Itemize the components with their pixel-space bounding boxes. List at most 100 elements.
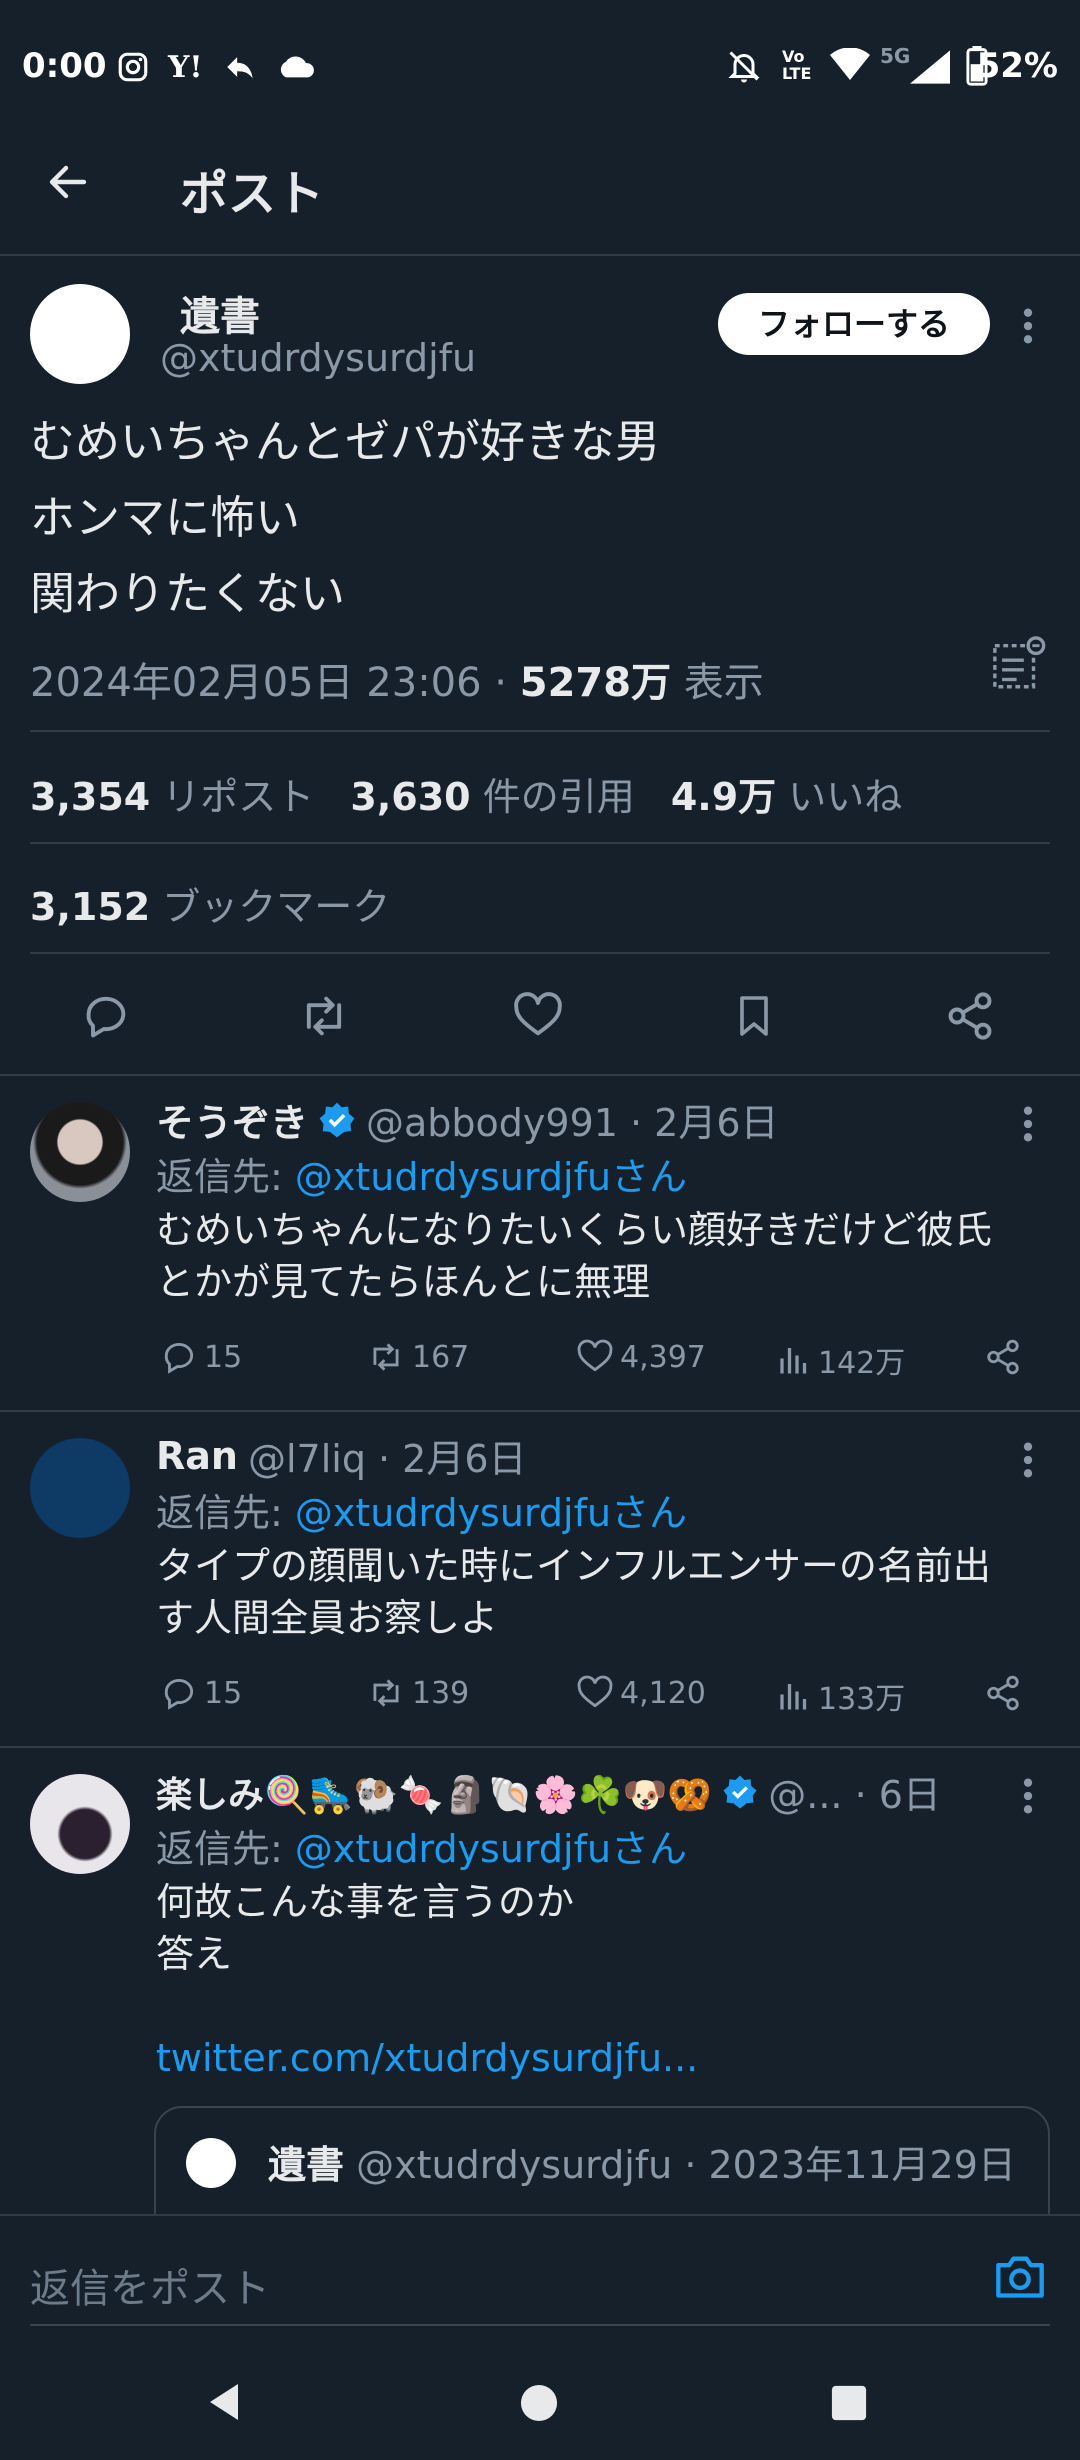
quoted-avatar <box>186 2138 236 2188</box>
reply-to-prefix: 返信先: <box>156 1827 295 1871</box>
volte-icon: Vo LTE <box>782 47 812 83</box>
reply-text-line: タイプの顔聞いた時にインフルエンサーの名前出 <box>156 1544 991 1588</box>
instagram-icon <box>116 50 150 84</box>
more-options-icon[interactable] <box>1016 1776 1040 1816</box>
likes-count: 4.9万 <box>670 775 777 819</box>
bookmarks-label: ブックマーク <box>162 885 391 929</box>
verified-badge-icon <box>722 1774 758 1810</box>
reply-avatar[interactable] <box>30 1438 130 1538</box>
reply-header: Ran @l7liq · 2月6日 <box>156 1428 527 1483</box>
quoted-header: 遺書 @xtudrdysurdjfu · 2023年11月29日 <box>268 2134 1016 2189</box>
reply-comment-action[interactable]: 15 <box>160 1338 242 1376</box>
reply-avatar[interactable] <box>30 1102 130 1202</box>
reply-text-line: 答え <box>156 1932 233 1976</box>
likes-label: いいね <box>788 775 903 819</box>
quoted-handle-date: @xtudrdysurdjfu · 2023年11月29日 <box>356 2143 1016 2187</box>
status-bar: 0:00 Y! Vo LTE 5G 52% <box>0 0 1080 130</box>
analytics-icon[interactable] <box>990 636 1048 694</box>
author-avatar[interactable] <box>30 284 130 384</box>
status-time: 0:00 <box>22 46 107 86</box>
reply-item[interactable]: そうぞき @abbody991 · 2月6日 返信先: @xtudrdysurd… <box>0 1076 1080 1410</box>
camera-icon[interactable] <box>994 2252 1046 2300</box>
wifi-icon <box>830 48 870 82</box>
repost-button[interactable] <box>296 990 352 1042</box>
reply-text-line: とかが見てたらほんとに無理 <box>156 1260 651 1304</box>
comment-count: 15 <box>204 1339 243 1375</box>
reply-author-name[interactable]: Ran <box>156 1434 238 1478</box>
follow-button[interactable]: フォローする <box>718 293 990 355</box>
post-meta: 2024年02月05日 23:06 · 5278万 表示 <box>30 660 764 706</box>
divider <box>30 842 1050 844</box>
comment-count: 15 <box>204 1675 243 1711</box>
like-count: 4,397 <box>620 1339 706 1375</box>
network-type: 5G <box>880 44 911 68</box>
reply-author-name[interactable]: 楽しみ🍭🛼🐏🍬🗿🐚🌸☘️🐶🥨 <box>156 1766 712 1818</box>
quoted-post[interactable]: 遺書 @xtudrdysurdjfu · 2023年11月29日 <box>154 2106 1050 2214</box>
system-nav-bar <box>0 2336 1080 2460</box>
post-datetime: 2024年02月05日 23:06 <box>30 660 482 706</box>
reply-item[interactable]: Ran @l7liq · 2月6日 返信先: @xtudrdysurdjfuさん… <box>0 1412 1080 1746</box>
reply-link[interactable]: twitter.com/xtudrdysurdjfu... <box>156 2036 698 2080</box>
verified-badge-icon <box>318 1101 356 1139</box>
page-title: ポスト <box>180 166 325 222</box>
more-options-icon[interactable] <box>1016 1440 1040 1480</box>
back-button[interactable] <box>44 158 92 206</box>
reply-views-action[interactable]: 133万 <box>776 1674 905 1718</box>
like-count: 4,120 <box>620 1675 706 1711</box>
views-count: 142万 <box>818 1346 906 1381</box>
share-icon[interactable] <box>984 1338 1022 1376</box>
nav-back-icon[interactable] <box>206 2382 242 2422</box>
reply-text-line: 何故こんな事を言うのか <box>156 1880 575 1924</box>
author-handle[interactable]: @xtudrdysurdjfu <box>160 336 476 380</box>
share-icon[interactable] <box>984 1674 1022 1712</box>
reply-to-link[interactable]: @xtudrdysurdjfuさん <box>295 1155 687 1199</box>
like-button[interactable] <box>512 990 564 1042</box>
quoted-author-name: 遺書 <box>268 2143 345 2187</box>
reposts-label: リポスト <box>162 775 315 819</box>
reposts-count: 3,354 <box>30 775 151 819</box>
more-options-icon[interactable] <box>1016 306 1040 346</box>
bookmark-button[interactable] <box>730 990 778 1042</box>
views-count: 133万 <box>818 1682 906 1717</box>
signal-icon <box>910 50 950 84</box>
reply-button[interactable] <box>80 990 132 1042</box>
reply-input[interactable]: 返信をポスト <box>30 2256 270 2314</box>
engagement-stats: 3,354 リポスト 3,630 件の引用 4.9万 いいね <box>30 766 902 821</box>
reply-text-line: す人間全員お察しよ <box>156 1596 499 1640</box>
nav-recents-icon[interactable] <box>830 2384 868 2422</box>
reply-repost-action[interactable]: 139 <box>366 1674 469 1712</box>
quotes-label: 件の引用 <box>482 775 635 819</box>
post-line: ホンマに怖い <box>30 491 301 544</box>
reply-text: タイプの顔聞いた時にインフルエンサーの名前出 す人間全員お察しよ <box>156 1540 991 1644</box>
reply-handle-date: @abbody991 · 2月6日 <box>366 1101 779 1145</box>
reply-avatar[interactable] <box>30 1774 130 1874</box>
reply-comment-action[interactable]: 15 <box>160 1674 242 1712</box>
divider <box>30 730 1050 732</box>
reply-header: 楽しみ🍭🛼🐏🍬🗿🐚🌸☘️🐶🥨 @... · 6日 <box>156 1764 996 1819</box>
reply-to-link[interactable]: @xtudrdysurdjfuさん <box>295 1827 687 1871</box>
more-options-icon[interactable] <box>1016 1104 1040 1144</box>
quotes-stat[interactable]: 3,630 件の引用 <box>350 775 634 819</box>
post-line: むめいちゃんとゼパが好きな男 <box>30 415 661 468</box>
nav-home-icon[interactable] <box>520 2384 558 2422</box>
bookmarks-stat[interactable]: 3,152 ブックマーク <box>30 876 390 931</box>
reply-like-action[interactable]: 4,397 <box>576 1338 706 1376</box>
reply-author-name[interactable]: そうぞき <box>156 1092 308 1147</box>
reposts-stat[interactable]: 3,354 リポスト <box>30 775 314 819</box>
reply-to-link[interactable]: @xtudrdysurdjfuさん <box>295 1491 687 1535</box>
reply-like-action[interactable]: 4,120 <box>576 1674 706 1712</box>
reply-views-action[interactable]: 142万 <box>776 1338 905 1382</box>
yahoo-icon: Y! <box>168 50 203 85</box>
quotes-count: 3,630 <box>350 775 471 819</box>
post-text: むめいちゃんとゼパが好きな男 ホンマに怖い 関わりたくない <box>30 404 660 632</box>
reply-item[interactable]: 楽しみ🍭🛼🐏🍬🗿🐚🌸☘️🐶🥨 @... · 6日 返信先: @xtudrdysu… <box>0 1748 1080 2214</box>
share-button[interactable] <box>944 990 996 1042</box>
battery-percent: 52% <box>976 46 1058 86</box>
author-name[interactable]: 遺書 <box>180 284 260 342</box>
reply-text: むめいちゃんになりたいくらい顔好きだけど彼氏 とかが見てたらほんとに無理 <box>156 1204 992 1308</box>
reply-to-prefix: 返信先: <box>156 1155 295 1199</box>
likes-stat[interactable]: 4.9万 いいね <box>671 775 902 819</box>
reply-repost-action[interactable]: 167 <box>366 1338 469 1376</box>
bookmarks-count: 3,152 <box>30 885 151 929</box>
reply-text: 何故こんな事を言うのか 答え <box>156 1876 574 1980</box>
